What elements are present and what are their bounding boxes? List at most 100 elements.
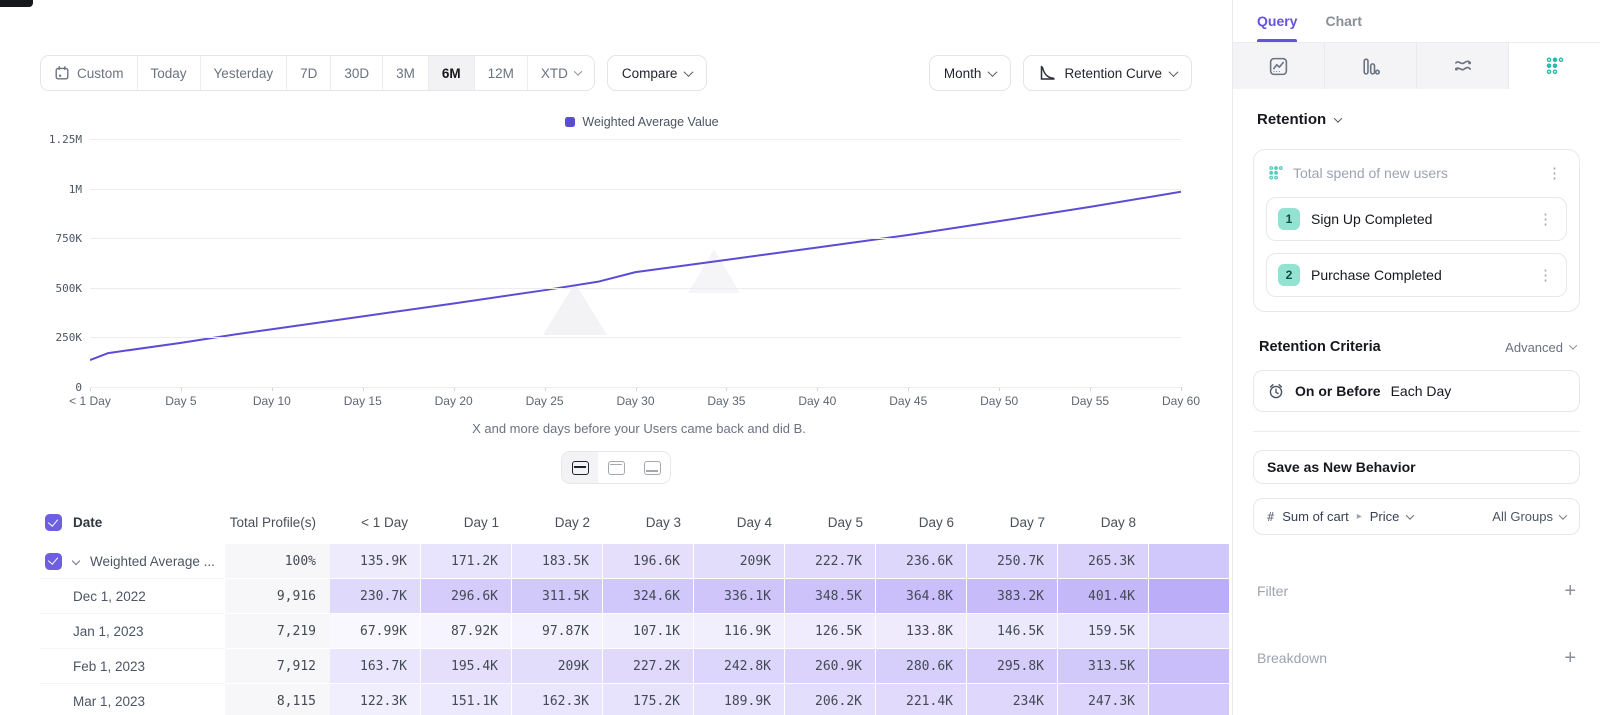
column-header: Day 2 [555, 515, 590, 530]
table-row: Weighted Average ...100%135.9K171.2K183.… [40, 544, 1221, 579]
range-button-xtd[interactable]: XTD [528, 56, 594, 90]
expand-row-icon[interactable] [72, 557, 80, 565]
chevron-down-icon [574, 67, 582, 75]
panel-tabs: Query Chart [1233, 0, 1600, 43]
x-axis-tick-label: Day 55 [1071, 394, 1109, 408]
row-date-label: Mar 1, 2023 [73, 694, 145, 709]
step-row-1[interactable]: 1 Sign Up Completed ⋮ [1266, 197, 1567, 241]
retention-value-cell: 383.2K [967, 579, 1058, 614]
total-profiles-cell: 7,219 [225, 614, 330, 649]
chart-type-dropdown[interactable]: Retention Curve [1023, 55, 1192, 91]
row-date-label: Dec 1, 2022 [73, 589, 146, 604]
flow-chart-type-button[interactable] [1417, 43, 1509, 89]
range-button-12m[interactable]: 12M [475, 56, 528, 90]
step-event-label: Purchase Completed [1311, 267, 1524, 283]
total-profiles-cell: 9,916 [225, 579, 330, 614]
interval-dropdown[interactable]: Month [929, 55, 1012, 91]
chevron-down-icon [1169, 67, 1179, 77]
column-header: Date [73, 515, 102, 530]
filter-section: Filter + [1257, 581, 1576, 601]
range-label: 3M [396, 66, 415, 81]
x-axis-tick-label: < 1 Day [69, 394, 111, 408]
range-button-6m[interactable]: 6M [429, 56, 475, 90]
tab-query[interactable]: Query [1257, 0, 1297, 42]
date-cell: Jan 1, 2023 [40, 614, 225, 649]
retention-curve-icon [1038, 64, 1056, 82]
metric-property-row[interactable]: # Sum of cart ▸ Price All Groups [1253, 498, 1580, 535]
breakdown-section: Breakdown + [1257, 648, 1576, 668]
retention-value-cell: 234K [967, 684, 1058, 715]
retention-value-cell: 295.8K [967, 649, 1058, 684]
range-label: 30D [344, 66, 369, 81]
chart-type-label: Retention Curve [1064, 66, 1162, 81]
range-button-custom[interactable]: Custom [41, 56, 138, 90]
retention-value-cell: 126.5K [785, 614, 876, 649]
compare-button[interactable]: Compare [607, 55, 708, 91]
retention-value-cell: 311.5K [512, 579, 603, 614]
column-header: Day 8 [1101, 515, 1136, 530]
kebab-menu-icon[interactable]: ⋮ [1544, 166, 1565, 181]
column-header: Day 1 [464, 515, 499, 530]
x-axis-tick-label: Day 5 [165, 394, 196, 408]
retention-value-cell: 265.3K [1058, 544, 1149, 579]
retention-value-cell: 87.92K [421, 614, 512, 649]
retention-value-cell: 189.9K [694, 684, 785, 715]
add-filter-button[interactable]: + [1564, 581, 1576, 601]
gridline [90, 288, 1181, 289]
bottom-pane-icon [644, 461, 661, 475]
funnel-chart-type-button[interactable] [1325, 43, 1417, 89]
step-row-2[interactable]: 2 Purchase Completed ⋮ [1266, 253, 1567, 297]
column-header: Day 5 [828, 515, 863, 530]
groups-dropdown[interactable]: All Groups [1492, 509, 1566, 524]
retention-value-cell: 151.1K [421, 684, 512, 715]
save-behavior-label: Save as New Behavior [1267, 459, 1416, 475]
measurement-selector[interactable]: Retention [1257, 111, 1576, 128]
behavior-card: Total spend of new users ⋮ 1 Sign Up Com… [1253, 149, 1580, 312]
retention-value-cell: 196.6K [603, 544, 694, 579]
breakdown-label: Breakdown [1257, 650, 1564, 666]
number-property-icon: # [1267, 510, 1274, 524]
criteria-label: Retention Criteria [1259, 339, 1505, 355]
split-view-toggle[interactable] [562, 452, 598, 483]
retention-value-cell: 135.9K [330, 544, 421, 579]
line-chart-icon [1268, 56, 1289, 77]
range-button-30d[interactable]: 30D [331, 56, 383, 90]
add-breakdown-button[interactable]: + [1564, 648, 1576, 668]
table-view-toggle[interactable] [634, 452, 670, 483]
kebab-menu-icon[interactable]: ⋮ [1535, 268, 1556, 283]
row-date-label: Weighted Average ... [90, 554, 215, 569]
range-button-3m[interactable]: 3M [383, 56, 429, 90]
flow-icon [1452, 55, 1474, 77]
x-axis-tick-label: Day 15 [344, 394, 382, 408]
range-button-yesterday[interactable]: Yesterday [201, 56, 288, 90]
x-axis-tick-label: Day 30 [616, 394, 654, 408]
query-panel: Query Chart [1232, 0, 1600, 715]
range-button-7d[interactable]: 7D [287, 56, 331, 90]
date-cell: Feb 1, 2023 [40, 649, 225, 684]
date-cell: Weighted Average ... [40, 544, 225, 579]
retention-value-cell: 313.5K [1058, 649, 1149, 684]
retention-value-cell: 159.5K [1058, 614, 1149, 649]
y-axis-tick-label: 1.25M [38, 133, 82, 146]
range-button-today[interactable]: Today [138, 56, 201, 90]
y-axis-tick-label: 500K [38, 282, 82, 295]
save-as-new-behavior-button[interactable]: Save as New Behavior [1253, 450, 1580, 484]
chevron-down-icon [1569, 341, 1577, 349]
groups-label: All Groups [1492, 509, 1553, 524]
retention-value-cell: 364.8K [876, 579, 967, 614]
kebab-menu-icon[interactable]: ⋮ [1535, 212, 1556, 227]
advanced-dropdown[interactable]: Advanced [1505, 340, 1576, 355]
row-checkbox[interactable] [45, 553, 62, 570]
retention-value-cell: 162.3K [512, 684, 603, 715]
gridline [90, 337, 1181, 338]
retention-value-cell: 401.4K [1058, 579, 1149, 614]
tab-chart[interactable]: Chart [1325, 0, 1362, 42]
select-all-checkbox[interactable] [45, 514, 62, 531]
retention-value-cell: 209K [694, 544, 785, 579]
chart-view-toggle[interactable] [598, 452, 634, 483]
retention-chart-type-button[interactable] [1509, 43, 1600, 89]
column-header: < 1 Day [361, 515, 408, 530]
calendar-icon [54, 65, 70, 81]
retention-timing-row[interactable]: On or Before Each Day [1253, 370, 1580, 412]
insights-chart-type-button[interactable] [1233, 43, 1325, 89]
